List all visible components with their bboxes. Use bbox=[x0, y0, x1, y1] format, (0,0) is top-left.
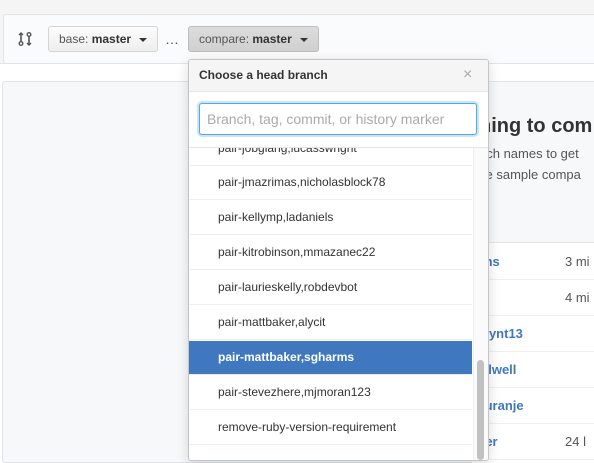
example-time: 3 mi bbox=[565, 254, 590, 269]
example-row[interactable]: uynt13 bbox=[472, 315, 594, 352]
example-row[interactable]: ter 24 l bbox=[472, 423, 594, 460]
blankslate-line-1: nch names to get bbox=[479, 146, 579, 161]
blankslate-heading: hing to com bbox=[479, 115, 593, 137]
compare-branch-button[interactable]: compare: master bbox=[188, 26, 320, 52]
git-compare-icon[interactable] bbox=[17, 31, 33, 47]
branch-item[interactable]: pair-jobgiang,lucasswright bbox=[189, 148, 472, 166]
compare-value: master bbox=[252, 32, 292, 46]
example-row[interactable]: alwell bbox=[472, 351, 594, 388]
base-label: base: bbox=[59, 32, 89, 46]
dropdown-filter bbox=[189, 92, 488, 148]
dropdown-title: Choose a head branch bbox=[199, 68, 328, 82]
base-branch-button[interactable]: base: master bbox=[48, 26, 159, 52]
branch-filter-input[interactable] bbox=[199, 103, 477, 135]
compare-label: compare: bbox=[199, 32, 250, 46]
blankslate-line-2: se sample compa bbox=[479, 167, 581, 182]
example-row[interactable]: 4 mi bbox=[472, 279, 594, 316]
branch-item[interactable]: pair-kellymp,ladaniels bbox=[189, 201, 472, 235]
branch-item[interactable]: pair-laurieskelly,robdevbot bbox=[189, 271, 472, 305]
caret-down-icon bbox=[139, 37, 148, 42]
branch-item[interactable]: pair-jmazrimas,nicholasblock78 bbox=[189, 166, 472, 200]
branch-item[interactable]: pair-mattbaker,alycit bbox=[189, 306, 472, 340]
example-time: 24 l bbox=[565, 434, 586, 449]
example-row[interactable]: luranje bbox=[472, 387, 594, 424]
branch-item-selected[interactable]: pair-mattbaker,sgharms bbox=[189, 341, 472, 375]
caret-down-icon bbox=[300, 37, 309, 42]
head-branch-dropdown: Choose a head branch × pair-jobgiang,luc… bbox=[188, 59, 489, 461]
branch-item[interactable]: pair-kitrobinson,mmazanec22 bbox=[189, 236, 472, 270]
branch-item[interactable]: pair-stevezhere,mjmoran123 bbox=[189, 376, 472, 410]
dropdown-header: Choose a head branch × bbox=[189, 60, 488, 92]
branch-list: pair-jobgiang,lucasswright pair-jmazrima… bbox=[189, 148, 472, 460]
branch-item[interactable]: remove-ruby-version-requirement bbox=[189, 411, 472, 445]
example-time: 4 mi bbox=[565, 290, 590, 305]
close-icon[interactable]: × bbox=[463, 66, 472, 84]
base-value: master bbox=[91, 32, 132, 46]
example-row[interactable]: ms 3 mi bbox=[472, 243, 594, 280]
example-comparisons: ms 3 mi 4 mi uynt13 alwell luranje ter 2… bbox=[472, 242, 594, 463]
scrollbar-thumb[interactable] bbox=[477, 360, 484, 460]
range-ellipsis: … bbox=[165, 31, 179, 47]
